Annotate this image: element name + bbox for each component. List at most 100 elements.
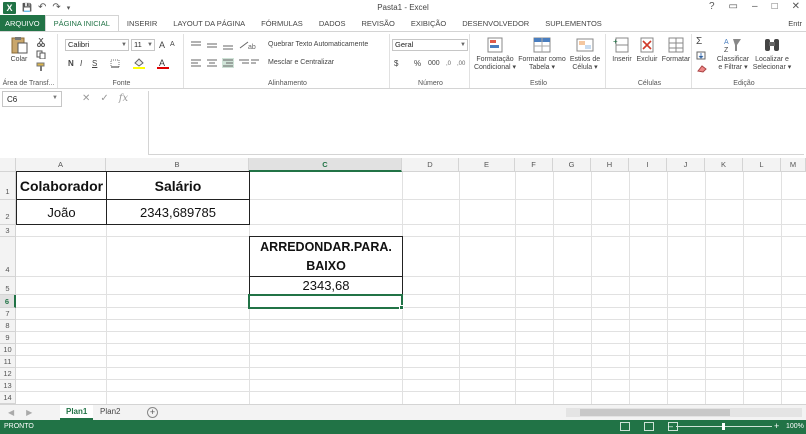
wrap-text-button[interactable]: Quebrar Texto Automaticamente [268,41,368,48]
row-header-14[interactable]: 14 [0,392,16,404]
column-header-m[interactable]: M [781,158,806,172]
clear-icon[interactable] [696,64,708,73]
insert-function-icon[interactable]: fx [119,93,128,104]
format-as-table-button[interactable]: Formatar como Tabela ▾ [518,36,566,72]
cut-icon[interactable] [36,38,46,47]
fill-color-icon[interactable] [132,58,148,69]
cell-c4[interactable]: ARREDONDAR.PARA. BAIXO [249,236,403,277]
row-header-13[interactable]: 13 [0,380,16,392]
zoom-slider-knob[interactable] [722,423,725,430]
sheet-tab-plan1[interactable]: Plan1 [60,405,94,420]
column-header-c[interactable]: C [249,158,402,172]
row-header-11[interactable]: 11 [0,356,16,368]
row-header-7[interactable]: 7 [0,308,16,320]
tab-revisao[interactable]: REVISÃO [353,15,402,31]
merge-center-button[interactable]: Mesclar e Centralizar [268,59,334,66]
next-sheet-icon[interactable]: ▶ [26,408,32,417]
ribbon-display-button[interactable]: ▭ [729,1,738,12]
row-header-8[interactable]: 8 [0,320,16,332]
horizontal-scrollbar[interactable] [566,408,802,417]
column-header-e[interactable]: E [459,158,515,172]
help-button[interactable]: ? [709,1,715,12]
zoom-in-button[interactable]: + [774,421,779,431]
row-header-6[interactable]: 6 [0,295,16,308]
borders-icon[interactable] [110,59,124,68]
column-header-b[interactable]: B [106,158,249,172]
name-box[interactable]: C6 ▼ [2,91,62,107]
tab-layout[interactable]: LAYOUT DA PÁGINA [165,15,253,31]
scrollbar-thumb[interactable] [580,409,730,416]
formula-input[interactable] [148,91,804,155]
tab-suplementos[interactable]: SUPLEMENTOS [537,15,610,31]
thousands-button[interactable]: 000 [428,60,440,67]
sheet-tab-plan2[interactable]: Plan2 [94,405,126,420]
font-color-icon[interactable]: A [156,58,172,69]
cell-c5[interactable]: 2343,68 [249,276,403,295]
row-header-4[interactable]: 4 [0,237,16,277]
column-header-h[interactable]: H [591,158,629,172]
add-sheet-button[interactable]: + [147,407,158,418]
column-header-l[interactable]: L [743,158,781,172]
tab-pagina-inicial[interactable]: PÁGINA INICIAL [44,15,119,31]
decimal-icons[interactable]: ,0 ,00 [446,58,468,68]
tab-exibicao[interactable]: EXIBIÇÃO [403,15,454,31]
underline-button[interactable]: S [92,59,97,68]
cell-a1[interactable]: Colaborador [16,171,107,200]
conditional-formatting-button[interactable]: Formatação Condicional ▾ [472,36,518,72]
previous-sheet-icon[interactable]: ◀ [8,408,14,417]
format-cells-button[interactable]: Formatar [660,36,692,64]
active-cell-c6[interactable] [248,294,404,310]
tab-inserir[interactable]: INSERIR [119,15,165,31]
save-icon[interactable]: 💾 [22,3,32,12]
italic-button[interactable]: I [80,59,82,68]
row-header-2[interactable]: 2 [0,200,16,225]
sort-filter-button[interactable]: AZ Classificar e Filtrar ▾ [714,36,752,72]
number-format-combo[interactable]: Geral ▼ [392,39,468,51]
row-header-9[interactable]: 9 [0,332,16,344]
tab-dados[interactable]: DADOS [311,15,354,31]
column-header-j[interactable]: J [667,158,705,172]
delete-cells-button[interactable]: Excluir [634,36,660,64]
column-header-g[interactable]: G [553,158,591,172]
undo-icon[interactable]: ↶ [38,2,46,13]
vertical-align-icons[interactable]: ab [190,40,260,50]
insert-cells-button[interactable]: + Inserir [610,36,634,64]
row-header-12[interactable]: 12 [0,368,16,380]
cell-styles-button[interactable]: Estilos de Célula ▾ [566,36,604,72]
column-header-a[interactable]: A [16,158,106,172]
tab-desenvolvedor[interactable]: DESENVOLVEDOR [454,15,537,31]
font-size-combo[interactable]: 11 ▼ [131,39,155,51]
page-layout-view-icon[interactable] [644,422,654,431]
horizontal-align-icons[interactable] [190,58,260,68]
maximize-button[interactable]: □ [772,1,778,12]
find-select-button[interactable]: Localizar e Selecionar ▾ [752,36,792,72]
bold-button[interactable]: N [68,59,74,68]
cell-b2[interactable]: 2343,689785 [106,199,250,225]
customize-qat-icon[interactable]: ▾ [67,4,71,12]
tab-formulas[interactable]: FÓRMULAS [253,15,311,31]
row-header-10[interactable]: 10 [0,344,16,356]
zoom-slider[interactable] [676,423,772,430]
shrink-font-button[interactable]: A [170,41,175,48]
paste-button[interactable]: Colar [6,36,32,64]
worksheet-grid[interactable]: A B C D E F G H I J K L M 1 2 3 4 5 6 7 … [0,158,806,404]
select-all-corner[interactable] [0,158,16,172]
font-name-combo[interactable]: Calibri ▼ [65,39,129,51]
redo-icon[interactable]: ↷ [52,2,60,13]
row-header-3[interactable]: 3 [0,225,16,237]
normal-view-icon[interactable] [620,422,630,431]
fill-icon[interactable] [696,51,708,60]
autosum-icon[interactable]: Σ [696,36,702,47]
confirm-entry-icon[interactable]: ✓ [100,93,108,104]
minimize-button[interactable]: – [752,1,758,12]
currency-button[interactable]: $ [394,59,398,68]
cancel-entry-icon[interactable]: ✕ [82,93,90,104]
fill-handle[interactable] [399,305,404,310]
tab-arquivo[interactable]: ARQUIVO [0,15,45,31]
percent-button[interactable]: % [414,59,421,68]
column-header-d[interactable]: D [402,158,459,172]
cell-b1[interactable]: Salário [106,171,250,200]
column-header-i[interactable]: I [629,158,667,172]
zoom-out-button[interactable]: – [668,421,673,431]
user-name[interactable]: Entr [788,19,802,28]
